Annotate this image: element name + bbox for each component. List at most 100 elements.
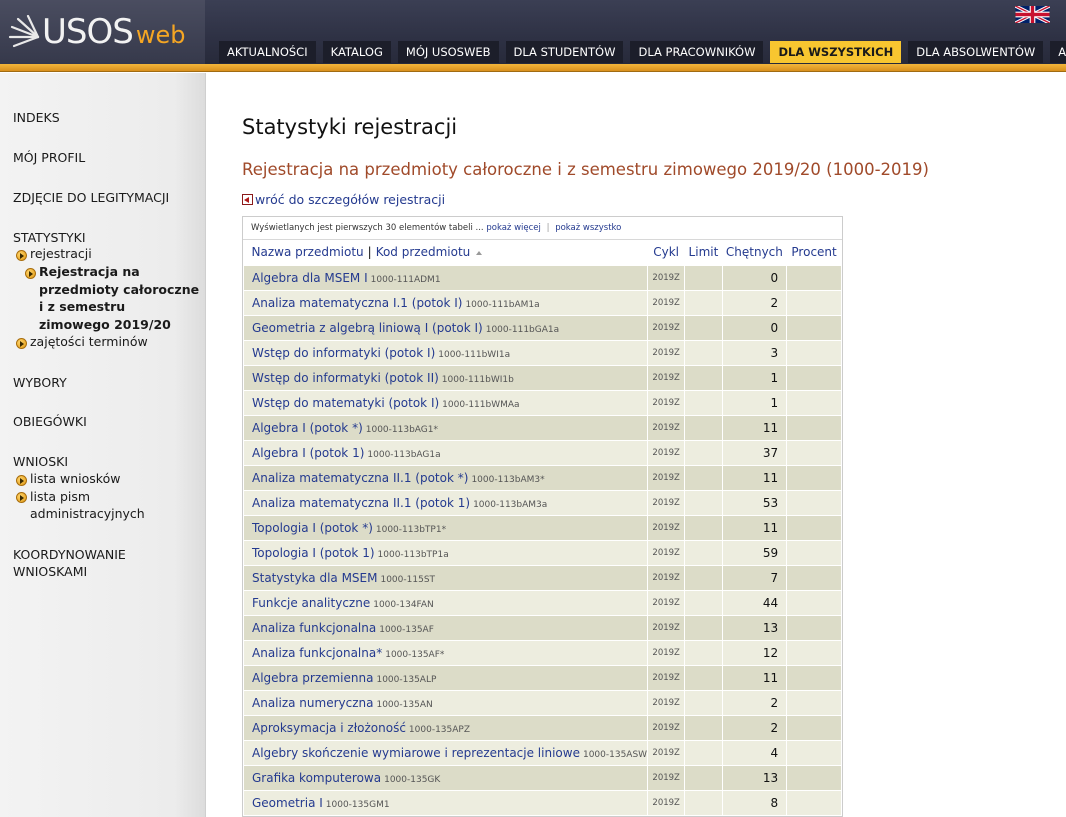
limit-cell	[684, 589, 723, 616]
page-subtitle: Rejestracja na przedmioty całoroczne i z…	[242, 160, 929, 179]
table-row: Algebra I (potok 1) 1000-113bAG1a 2019Z 37	[242, 439, 842, 466]
course-code: 1000-113bAM3*	[471, 474, 545, 485]
course-name-link[interactable]: Geometria z algebrą liniową I (potok I)	[252, 321, 483, 335]
cycle-cell: 2019Z	[647, 439, 686, 466]
course-name-link[interactable]: Analiza funkcjonalna	[252, 621, 376, 635]
nav-aktualnosci[interactable]: AKTUALNOŚCI	[219, 41, 316, 63]
limit-cell	[684, 264, 723, 291]
course-name-link[interactable]: Analiza matematyczna II.1 (potok *)	[252, 471, 468, 485]
sidebar-item-obiegowki[interactable]: OBIEGÓWKI	[13, 414, 87, 429]
cycle-cell: 2019Z	[647, 689, 686, 716]
cycle-cell: 2019Z	[647, 264, 686, 291]
cycle-cell: 2019Z	[647, 539, 686, 566]
nav-dla-studentow[interactable]: DLA STUDENTÓW	[505, 41, 624, 63]
course-code: 1000-135APZ	[408, 724, 471, 735]
col-header-percent[interactable]: Procent	[786, 240, 842, 266]
page-title: Statystyki rejestracji	[242, 115, 458, 139]
bullet-arrow-icon	[16, 475, 27, 486]
sidebar-item-zajetosci[interactable]: zajętości terminów	[30, 333, 148, 351]
count-cell: 1	[721, 364, 788, 391]
course-name-link[interactable]: Analiza matematyczna II.1 (potok 1)	[252, 496, 470, 510]
course-name-link[interactable]: Funkcje analityczne	[252, 596, 370, 610]
course-code: 1000-135ASW	[582, 749, 648, 760]
course-name-link[interactable]: Analiza numeryczna	[252, 696, 373, 710]
sidebar-item-lista-pism-line2[interactable]: administracyjnych	[30, 505, 145, 523]
course-name-link[interactable]: Topologia I (potok *)	[252, 521, 373, 535]
sidebar-item-indeks[interactable]: INDEKS	[13, 110, 60, 125]
table-row: Algebra przemienna 1000-135ALP 2019Z 11	[242, 664, 842, 691]
col-header-count[interactable]: Chętnych	[722, 240, 787, 266]
sidebar-item-zdjecie[interactable]: ZDJĘCIE DO LEGITYMACJI	[13, 190, 169, 205]
cycle-cell: 2019Z	[647, 314, 686, 341]
sidebar-item-current-line3[interactable]: i z semestru	[39, 298, 125, 316]
nav-admin[interactable]: ADMIN	[1050, 41, 1066, 63]
sidebar-item-statystyki[interactable]: STATYSTYKI	[13, 230, 86, 245]
course-name-link[interactable]: Topologia I (potok 1)	[252, 546, 375, 560]
table-row: Topologia I (potok *) 1000-113bTP1* 2019Z 1…	[242, 514, 842, 541]
sidebar-item-koordynowanie[interactable]: KOORDYNOWANIE	[13, 547, 126, 562]
course-name-link[interactable]: Analiza matematyczna I.1 (potok I)	[252, 296, 462, 310]
sidebar-item-wnioski[interactable]: WNIOSKI	[13, 454, 68, 469]
course-name-link[interactable]: Algebry skończenie wymiarowe i reprezent…	[252, 746, 580, 760]
show-all-link[interactable]: pokaż wszystko	[555, 223, 621, 233]
course-cell: Wstęp do informatyki (potok I) 1000-111bW…	[242, 339, 649, 366]
sidebar-item-wybory[interactable]: WYBORY	[13, 375, 67, 390]
percent-cell	[786, 339, 842, 366]
col-header-limit[interactable]: Limit	[684, 240, 723, 266]
show-more-link[interactable]: pokaż więcej	[486, 223, 541, 233]
course-name-link[interactable]: Algebra przemienna	[252, 671, 373, 685]
course-name-link[interactable]: Wstęp do informatyki (potok II)	[252, 371, 439, 385]
course-cell: Algebra I (potok 1) 1000-113bAG1a	[242, 439, 649, 466]
sidebar-item-koordynowanie-line2[interactable]: WNIOSKAMI	[13, 564, 87, 579]
limit-cell	[684, 689, 723, 716]
nav-dla-wszystkich[interactable]: DLA WSZYSTKICH	[770, 41, 902, 63]
course-code: 1000-111bAM1a	[465, 299, 540, 310]
count-cell: 11	[721, 464, 788, 491]
nav-dla-absolwentow[interactable]: DLA ABSOLWENTÓW	[908, 41, 1044, 63]
course-name-link[interactable]: Geometria I	[252, 796, 323, 810]
logo-text-web: web	[135, 21, 186, 49]
sidebar-item-lista-pism[interactable]: lista pism	[30, 488, 90, 506]
back-link-label[interactable]: wróć do szczegółów rejestracji	[255, 192, 445, 207]
sidebar-item-current-line4[interactable]: zimowego 2019/20	[39, 316, 171, 334]
sidebar-item-lista-wnioskow[interactable]: lista wniosków	[30, 470, 120, 488]
nav-moj-usosweb[interactable]: MÓJ USOSWEB	[397, 41, 499, 63]
cycle-cell: 2019Z	[647, 564, 686, 591]
course-cell: Wstęp do informatyki (potok II) 1000-111b…	[242, 364, 649, 391]
sort-by-name-link[interactable]: Nazwa przedmiotu	[252, 245, 364, 259]
sidebar-item-rejestracji[interactable]: rejestracji	[30, 245, 92, 263]
course-code: 1000-135AF	[379, 624, 434, 635]
nav-dla-pracownikow[interactable]: DLA PRACOWNIKÓW	[630, 41, 764, 63]
percent-cell	[786, 789, 842, 816]
back-link[interactable]: wróć do szczegółów rejestracji	[242, 192, 445, 207]
course-name-link[interactable]: Statystyka dla MSEM	[252, 571, 377, 585]
course-name-link[interactable]: Grafika komputerowa	[252, 771, 381, 785]
sort-by-code-link[interactable]: Kod przedmiotu	[376, 245, 471, 259]
course-cell: Wstęp do matematyki (potok I) 1000-111bWM…	[242, 389, 649, 416]
usosweb-logo[interactable]: USOS web	[6, 8, 185, 56]
sidebar-item-moj-profil[interactable]: MÓJ PROFIL	[13, 150, 85, 165]
cycle-cell: 2019Z	[647, 739, 686, 766]
course-code: 1000-113bAM3a	[473, 499, 548, 510]
course-cell: Funkcje analityczne 1000-134FAN	[242, 589, 649, 616]
col-header-cycle[interactable]: Cykl	[647, 240, 685, 266]
course-cell: Geometria z algebrą liniową I (potok I) 1…	[242, 314, 649, 341]
course-name-link[interactable]: Wstęp do matematyki (potok I)	[252, 396, 439, 410]
limit-cell	[684, 764, 723, 791]
percent-cell	[786, 639, 842, 666]
bullet-arrow-icon	[16, 250, 27, 261]
count-cell: 53	[721, 489, 788, 516]
course-name-link[interactable]: Aproksymacja i złożoność	[252, 721, 406, 735]
sidebar-item-current-line1[interactable]: Rejestracja na	[39, 263, 140, 281]
table-row: Topologia I (potok 1) 1000-113bTP1a 2019Z 5…	[242, 539, 842, 566]
course-name-link[interactable]: Algebra dla MSEM I	[252, 271, 368, 285]
logo-text-main: USOS	[42, 12, 134, 52]
cycle-cell: 2019Z	[647, 489, 686, 516]
course-name-link[interactable]: Algebra I (potok 1)	[252, 446, 364, 460]
sidebar-item-current-line2[interactable]: przedmioty całoroczne	[39, 281, 199, 299]
uk-flag-icon[interactable]	[1015, 6, 1050, 23]
nav-katalog[interactable]: KATALOG	[322, 41, 391, 63]
course-name-link[interactable]: Analiza funkcjonalna*	[252, 646, 382, 660]
course-name-link[interactable]: Wstęp do informatyki (potok I)	[252, 346, 435, 360]
course-name-link[interactable]: Algebra I (potok *)	[252, 421, 363, 435]
